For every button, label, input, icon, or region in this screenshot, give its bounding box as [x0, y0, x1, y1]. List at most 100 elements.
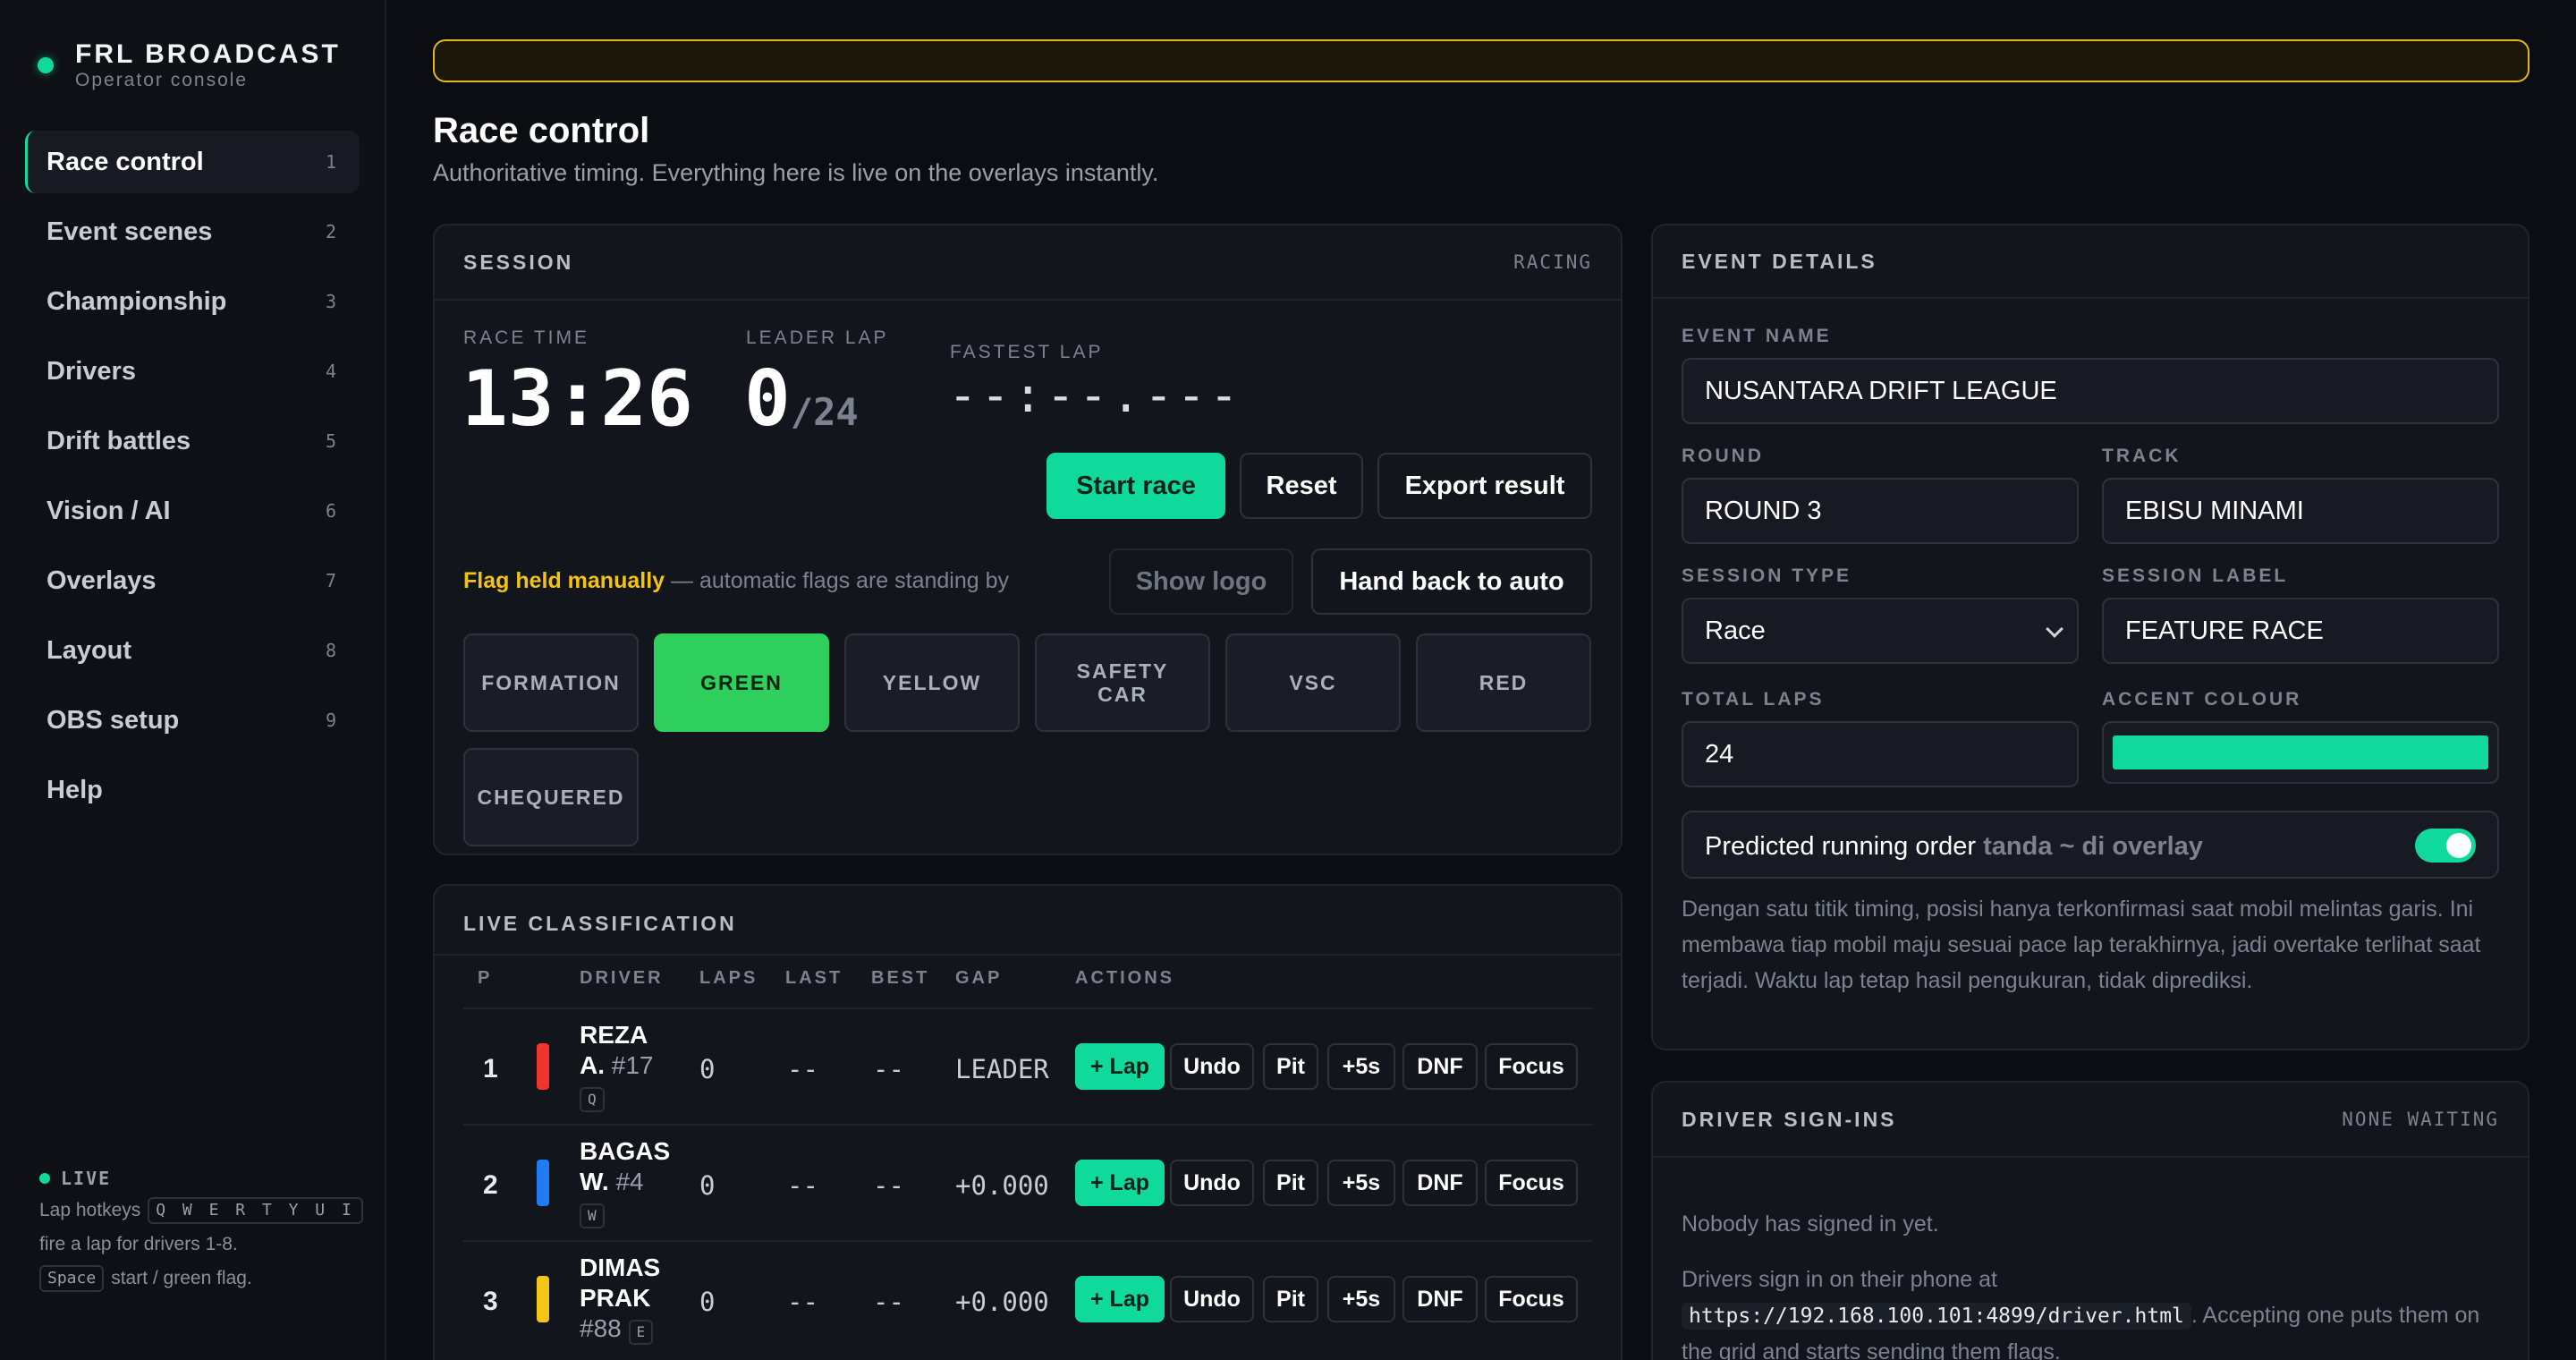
driver-signins-header: DRIVER SIGN-INS NONE WAITING: [1653, 1083, 2528, 1158]
hand-back-auto-button[interactable]: Hand back to auto: [1311, 548, 1592, 615]
flag-formation-button[interactable]: FORMATION: [463, 633, 639, 732]
flag-vsc-button[interactable]: VSC: [1225, 633, 1401, 732]
laps: 0: [699, 1170, 716, 1201]
session-label-label: SESSION LABEL: [2102, 565, 2289, 586]
dnf-button[interactable]: DNF: [1402, 1276, 1478, 1322]
track-input[interactable]: EBISU MINAMI: [2102, 478, 2499, 544]
sidebar-item-obs-setup[interactable]: OBS setup 9: [25, 689, 360, 752]
driver-hotkey: Q: [580, 1087, 605, 1112]
sidebar-item-label: Overlays: [47, 565, 157, 595]
team-color-bar: [537, 1276, 549, 1322]
col-header-last: LAST: [785, 968, 843, 988]
sidebar-item-layout[interactable]: Layout 8: [25, 619, 360, 682]
team-color-bar: [537, 1043, 549, 1090]
driver-url[interactable]: https://192.168.100.101:4899/driver.html: [1682, 1303, 2191, 1330]
event-name-input[interactable]: NUSANTARA DRIFT LEAGUE: [1682, 358, 2499, 424]
sidebar-item-help[interactable]: Help: [25, 759, 360, 821]
gap: +0.000: [955, 1287, 1049, 1317]
position: 2: [483, 1170, 498, 1200]
sidebar-item-label: Drivers: [47, 356, 136, 386]
reset-button[interactable]: Reset: [1240, 453, 1363, 519]
driver-number: #17: [611, 1051, 654, 1079]
live-status: LIVE: [39, 1163, 361, 1194]
focus-button[interactable]: Focus: [1485, 1160, 1578, 1206]
best-lap: --: [873, 1287, 904, 1317]
predicted-order-description: Dengan satu titik timing, posisi hanya t…: [1682, 897, 2481, 993]
card-title: LIVE CLASSIFICATION: [463, 911, 737, 935]
round-label: ROUND: [1682, 446, 1764, 466]
undo-button[interactable]: Undo: [1170, 1043, 1254, 1090]
predicted-order-switch[interactable]: [2415, 829, 2476, 863]
live-label: LIVE: [61, 1168, 112, 1189]
penalty-button[interactable]: +5s: [1327, 1276, 1395, 1322]
sidebar-item-overlays[interactable]: Overlays 7: [25, 549, 360, 612]
flag-safety-car-button[interactable]: SAFETY CAR: [1035, 633, 1210, 732]
sidebar-item-hotkey: 5: [325, 430, 336, 452]
penalty-button[interactable]: +5s: [1327, 1043, 1395, 1090]
race-time-label: RACE TIME: [463, 327, 589, 348]
penalty-button[interactable]: +5s: [1327, 1160, 1395, 1206]
sidebar-item-drivers[interactable]: Drivers 4: [25, 340, 360, 403]
add-lap-button[interactable]: + Lap: [1075, 1276, 1165, 1322]
sidebar-item-hotkey: 2: [325, 221, 336, 242]
driver-last: PRAK: [580, 1284, 651, 1312]
fastest-lap-label: FASTEST LAP: [950, 342, 1104, 362]
session-type-value: Race: [1705, 616, 1766, 645]
sidebar-item-event-scenes[interactable]: Event scenes 2: [25, 200, 360, 263]
total-laps-label: TOTAL LAPS: [1682, 689, 1825, 710]
driver-number: #4: [615, 1168, 644, 1195]
total-laps-input[interactable]: 24: [1682, 721, 2079, 787]
session-card-header: SESSION RACING: [435, 225, 1621, 301]
accent-swatch: [2113, 735, 2488, 769]
col-header-p: P: [478, 968, 493, 988]
sidebar-item-race-control[interactable]: Race control 1: [25, 131, 360, 193]
session-type-select[interactable]: Race: [1682, 598, 2079, 664]
accent-colour-label: ACCENT COLOUR: [2102, 689, 2302, 710]
sidebar-item-hotkey: 4: [325, 361, 336, 382]
flag-green-button[interactable]: GREEN: [654, 633, 829, 732]
flag-note-text: — automatic flags are standing by: [665, 568, 1009, 593]
gap: LEADER: [955, 1054, 1049, 1084]
start-race-button[interactable]: Start race: [1046, 453, 1225, 519]
last-lap: --: [787, 1287, 818, 1317]
predicted-order-hint: tanda ~ di overlay: [1983, 832, 2203, 861]
chevron-down-icon: [2046, 620, 2063, 638]
sidebar-item-label: OBS setup: [47, 705, 180, 735]
focus-button[interactable]: Focus: [1485, 1043, 1578, 1090]
event-name-label: EVENT NAME: [1682, 326, 1832, 346]
session-label-input[interactable]: FEATURE RACE: [2102, 598, 2499, 664]
undo-button[interactable]: Undo: [1170, 1276, 1254, 1322]
switch-knob: [2446, 833, 2471, 858]
flag-red-button[interactable]: RED: [1416, 633, 1591, 732]
accent-colour-picker[interactable]: [2102, 721, 2499, 784]
sidebar-item-label: Championship: [47, 286, 227, 316]
track-label: TRACK: [2102, 446, 2182, 466]
sidebar-footer: LIVE Lap hotkeys Q W E R T Y U I fire a …: [39, 1163, 363, 1296]
table-row: 2 BAGAS W. #4 W 0 -- -- +0.000 + Lap Und…: [463, 1124, 1592, 1240]
undo-button[interactable]: Undo: [1170, 1160, 1254, 1206]
sidebar-item-championship[interactable]: Championship 3: [25, 270, 360, 333]
sidebar-item-vision-ai[interactable]: Vision / AI 6: [25, 480, 360, 542]
total-laps: /24: [790, 390, 859, 434]
round-input[interactable]: ROUND 3: [1682, 478, 2079, 544]
dnf-button[interactable]: DNF: [1402, 1043, 1478, 1090]
show-logo-button[interactable]: Show logo: [1109, 548, 1293, 615]
sidebar-item-hotkey: 6: [325, 500, 336, 522]
sidebar-item-label: Help: [47, 775, 103, 804]
flag-chequered-button[interactable]: CHEQUERED: [463, 748, 639, 846]
pit-button[interactable]: Pit: [1263, 1160, 1318, 1206]
team-color-bar: [537, 1160, 549, 1206]
pit-button[interactable]: Pit: [1263, 1276, 1318, 1322]
sidebar-item-drift-battles[interactable]: Drift battles 5: [25, 410, 360, 472]
dnf-button[interactable]: DNF: [1402, 1160, 1478, 1206]
leader-lap: 0/24: [744, 354, 859, 444]
add-lap-button[interactable]: + Lap: [1075, 1160, 1165, 1206]
sidebar-item-hotkey: 9: [325, 710, 336, 731]
add-lap-button[interactable]: + Lap: [1075, 1043, 1165, 1090]
flag-yellow-button[interactable]: YELLOW: [844, 633, 1020, 732]
flag-status: Flag held manually — automatic flags are…: [463, 568, 1009, 594]
pit-button[interactable]: Pit: [1263, 1043, 1318, 1090]
export-result-button[interactable]: Export result: [1377, 453, 1592, 519]
col-header-laps: LAPS: [699, 968, 758, 988]
focus-button[interactable]: Focus: [1485, 1276, 1578, 1322]
